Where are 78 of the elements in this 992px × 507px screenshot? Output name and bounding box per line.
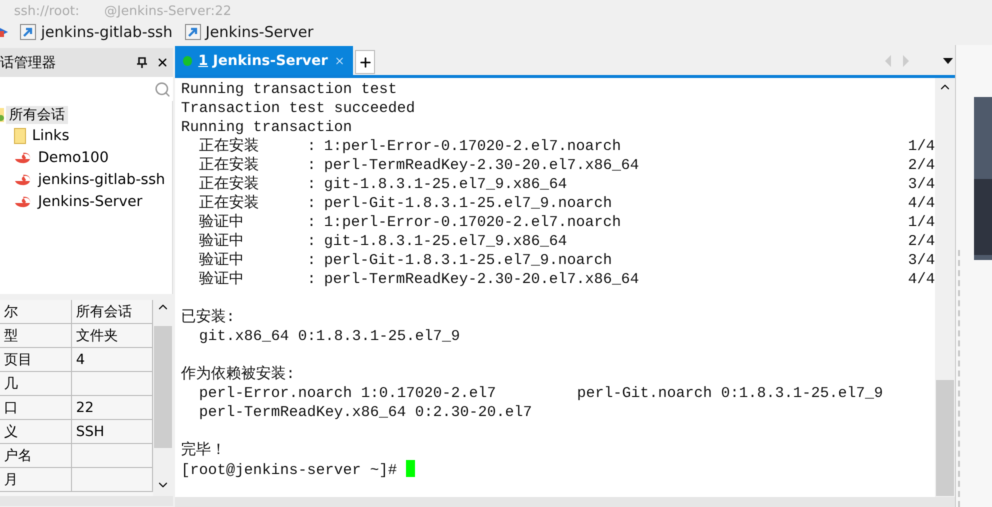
package-name: perl-Git-1.8.3.1-25.el7_9.noarch (324, 251, 614, 270)
tree-item[interactable]: Demo100 (0, 147, 172, 169)
folder-icon (14, 128, 26, 144)
property-name: 几 (0, 372, 72, 396)
new-tab-button[interactable] (355, 50, 375, 74)
panel-title: 话管理器 (0, 54, 57, 72)
step-count: 4/4 (908, 194, 935, 213)
scrollbar[interactable] (935, 78, 955, 497)
step-separator: : (307, 137, 318, 156)
shortcut-icon (20, 24, 36, 40)
step-separator: : (307, 270, 318, 289)
package-name: perl-TermReadKey-2.30-20.el7.x86_64 (324, 270, 640, 289)
package-name: perl-Error.noarch 1:0.17020-2.el7 (199, 384, 498, 403)
scroll-thumb[interactable] (936, 380, 954, 496)
step-count: 4/4 (908, 270, 935, 289)
link-item[interactable]: jenkins-gitlab-ssh (20, 22, 172, 40)
property-name: 型 (0, 324, 72, 348)
session-tab[interactable]: 1 Jenkins-Server (175, 46, 353, 75)
step-action: 正在安装 (199, 194, 260, 213)
package-name: perl-Git.noarch 0:1.8.3.1-25.el7_9 (577, 384, 884, 403)
property-name: 页目 (0, 348, 72, 372)
shell-prompt: [root@jenkins-server ~]# (181, 462, 398, 479)
package-name: 1:perl-Error-0.17020-2.el7.noarch (324, 213, 622, 232)
terminal-line: 完毕！ (181, 441, 227, 460)
step-separator: : (307, 251, 318, 270)
property-name: 月 (0, 468, 72, 492)
search-icon[interactable] (154, 80, 171, 98)
terminal-line: Running transaction (181, 118, 354, 137)
terminal-line: perl-TermReadKey.x86_64 0:2.30-20.el7 (198, 403, 534, 422)
package-name: 1:perl-Error-0.17020-2.el7.noarch (324, 137, 622, 156)
cursor (406, 460, 416, 477)
scrollbar[interactable] (153, 300, 173, 496)
plus-icon (358, 54, 372, 70)
tree-root[interactable]: 所有会话 (0, 104, 172, 125)
close-icon[interactable] (156, 56, 169, 69)
terminal-line: 已安装: (181, 308, 236, 327)
step-count: 1/4 (908, 137, 935, 156)
tree-item[interactable]: Links (0, 125, 172, 147)
step-separator: : (307, 213, 318, 232)
step-count: 3/4 (908, 175, 935, 194)
package-name: git-1.8.3.1-25.el7_9.x86_64 (324, 232, 568, 251)
package-name: perl-Git-1.8.3.1-25.el7_9.noarch (324, 194, 614, 213)
scroll-thumb[interactable] (154, 326, 172, 448)
shortcut-icon (184, 24, 200, 40)
link-item[interactable]: Jenkins-Server (184, 22, 314, 40)
package-name: git-1.8.3.1-25.el7_9.x86_64 (324, 175, 568, 194)
terminal-line: Running transaction test (181, 80, 398, 99)
step-action: 验证中 (199, 270, 245, 289)
step-separator: : (307, 232, 318, 251)
terminal-line: git.x86_64 0:1.8.3.1-25.el7_9 (198, 327, 462, 346)
search-field[interactable] (0, 77, 173, 101)
property-name: 口 (0, 396, 72, 420)
session-icon (14, 195, 32, 209)
step-count: 3/4 (908, 251, 935, 270)
step-action: 正在安装 (199, 156, 260, 175)
step-separator: : (307, 156, 318, 175)
session-icon (14, 151, 32, 165)
session-icon (14, 173, 32, 187)
step-count: 2/4 (908, 232, 935, 251)
tree-item[interactable]: jenkins-gitlab-ssh (0, 169, 172, 191)
package-name: perl-TermReadKey-2.30-20.el7.x86_64 (324, 156, 640, 175)
step-separator: : (307, 194, 318, 213)
property-name: 户名 (0, 444, 72, 468)
property-name: 尔 (0, 300, 72, 324)
step-action: 正在安装 (199, 137, 260, 156)
terminal-line: Transaction test succeeded (181, 99, 416, 118)
step-action: 验证中 (199, 232, 245, 251)
pin-icon[interactable] (136, 56, 148, 68)
address-text: ssh://root: @Jenkins-Server:22 (13, 5, 232, 18)
step-action: 验证中 (199, 251, 245, 270)
tree-item[interactable]: Jenkins-Server (0, 191, 172, 213)
terminal-line: 作为依赖被安装: (181, 365, 296, 384)
step-action: 正在安装 (199, 175, 260, 194)
step-count: 2/4 (908, 156, 935, 175)
property-name: 义 (0, 420, 72, 444)
step-action: 验证中 (199, 213, 245, 232)
step-separator: : (307, 175, 318, 194)
step-count: 1/4 (908, 213, 935, 232)
